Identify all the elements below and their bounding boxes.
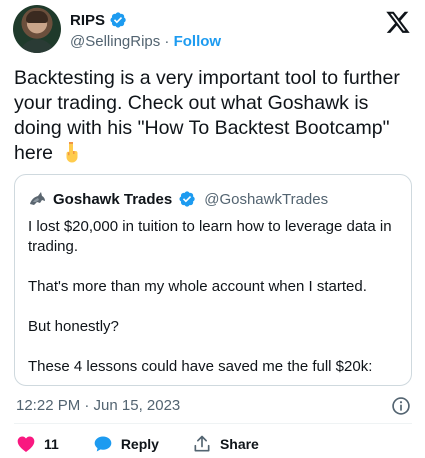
like-count: 11 [44, 436, 59, 452]
tweet-header: RIPS @SellingRips · Follow [13, 5, 413, 55]
quoted-author-avatar[interactable] [27, 189, 47, 209]
backhand-index-pointing-down-icon [66, 142, 78, 163]
heart-icon [17, 436, 35, 452]
avatar-hair [26, 11, 48, 23]
quoted-tweet-card[interactable]: Goshawk Trades @GoshawkTrades I lost $20… [14, 174, 412, 386]
quoted-paragraph: I lost $20,000 in tuition to learn how t… [28, 218, 392, 255]
quoted-tweet-header: Goshawk Trades @GoshawkTrades [27, 189, 328, 209]
share-upload-icon [194, 435, 210, 452]
quoted-tweet-body: I lost $20,000 in tuition to learn how t… [28, 217, 408, 397]
reply-label: Reply [120, 436, 159, 452]
author-name-row: RIPS [70, 11, 127, 29]
verified-badge-icon [110, 12, 126, 28]
like-button[interactable]: 11 [16, 434, 59, 454]
quoted-author-handle[interactable]: @GoshawkTrades [204, 191, 328, 208]
info-circle-icon[interactable] [391, 396, 411, 416]
tweet-timestamp[interactable]: 12:22 PM · Jun 15, 2023 [16, 397, 180, 414]
quoted-verified-badge-icon [179, 191, 195, 207]
author-handle-row: @SellingRips · Follow [70, 33, 221, 50]
x-logo-icon[interactable] [385, 9, 411, 35]
share-button[interactable]: Share [192, 434, 259, 454]
quoted-author-display-name[interactable]: Goshawk Trades [53, 191, 172, 208]
share-label: Share [219, 436, 259, 452]
speech-bubble-icon [94, 436, 112, 452]
reply-button[interactable]: Reply [93, 434, 159, 454]
handle-separator: · [160, 33, 174, 50]
author-handle[interactable]: @SellingRips [70, 33, 160, 50]
actions-divider [14, 423, 412, 424]
quoted-paragraph: That's more than my whole account when I… [28, 278, 367, 295]
quoted-paragraph: But honestly? [28, 318, 119, 335]
avatar-shoulders [19, 39, 55, 53]
author-avatar[interactable] [13, 5, 61, 53]
author-display-name[interactable]: RIPS [70, 12, 105, 29]
tweet-actions-bar: 11 Reply Share [16, 434, 259, 454]
follow-button[interactable]: Follow [174, 33, 222, 50]
quoted-paragraph: These 4 lessons could have saved me the … [28, 358, 373, 375]
tweet-body: Backtesting is a very important tool to … [14, 66, 414, 166]
